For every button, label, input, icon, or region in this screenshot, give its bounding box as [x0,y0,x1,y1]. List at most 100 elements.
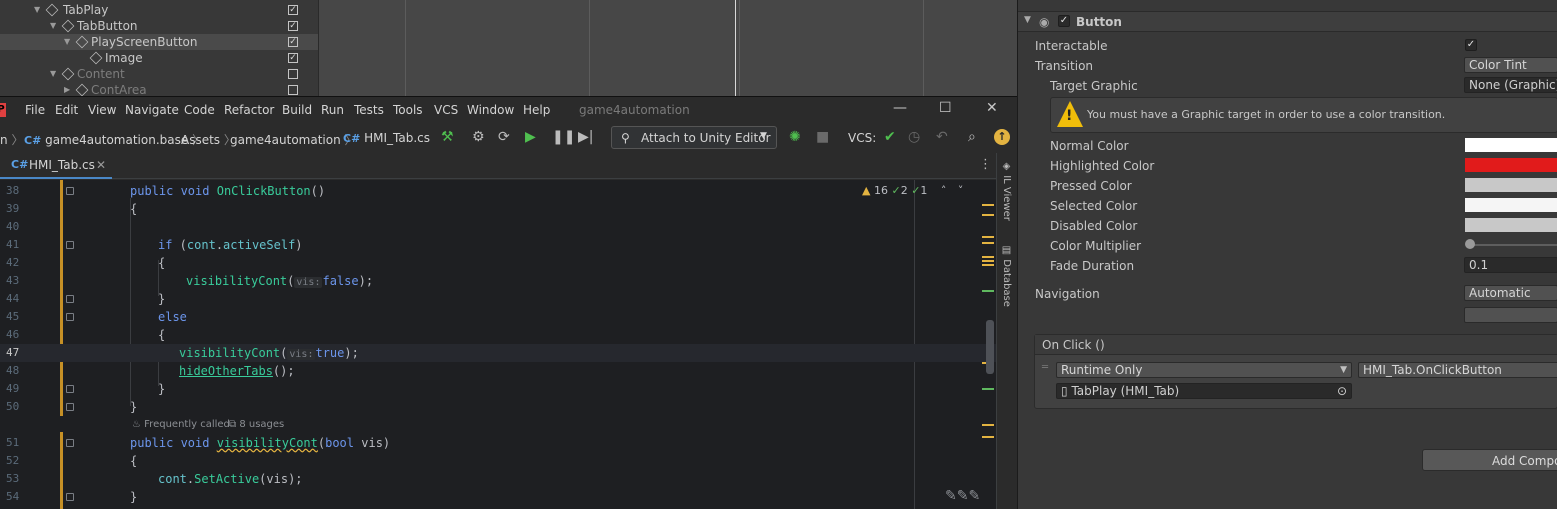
interactable-checkbox[interactable]: ✓ [1465,39,1477,51]
code-line[interactable]: 51 public void visibilityCont(bool vis) [0,434,996,452]
visualize-button[interactable] [1464,307,1557,323]
breadcrumb-folder[interactable]: Assets 〉 [181,131,236,148]
code-line[interactable]: 50 } [0,398,996,416]
code-line[interactable]: 42 { [0,254,996,272]
debug-bug-icon[interactable]: ✺ [789,129,801,145]
warning-mark[interactable] [982,260,994,262]
code-editor[interactable]: 38 public void OnClickButton() 39 { 40 4… [0,180,996,509]
code-line[interactable]: 48 hideOtherTabs(); [0,362,996,380]
chevron-down-icon[interactable]: ˅ [958,184,964,197]
expand-arrow-icon[interactable]: ▼ [34,2,40,18]
warning-mark[interactable] [982,236,994,238]
warning-mark[interactable] [982,214,994,216]
menu-tests[interactable]: Tests [354,103,384,117]
active-checkbox[interactable]: ✓ [288,37,298,47]
selected-color-swatch[interactable] [1465,198,1557,212]
component-enabled-checkbox[interactable]: ✓ [1058,15,1070,27]
active-checkbox[interactable]: ✓ [288,53,298,63]
reader-mode-icon[interactable]: ✎✎✎ [945,488,980,504]
unity-icon[interactable]: ⚙ [472,129,485,145]
chevron-up-icon[interactable]: ˄ [941,184,947,197]
fold-icon[interactable] [66,385,74,393]
color-multiplier-slider-track[interactable] [1470,244,1557,246]
active-checkbox[interactable]: ✓ [288,5,298,15]
expand-arrow-icon[interactable]: ▼ [50,66,56,82]
fold-arrow-icon[interactable]: ▼ [1024,15,1031,25]
menu-build[interactable]: Build [282,103,312,117]
code-line[interactable]: 52 { [0,452,996,470]
fold-icon[interactable] [66,313,74,321]
fold-icon[interactable] [66,439,74,447]
code-line[interactable]: 43 visibilityCont(vis: false); [0,272,996,290]
code-line[interactable]: 53 cont.SetActive(vis); [0,470,996,488]
il-viewer-tool[interactable]: ◈ IL Viewer [1001,161,1012,221]
fold-icon[interactable] [66,403,74,411]
active-checkbox[interactable] [288,85,298,95]
hierarchy-item[interactable]: Image ✓ [0,50,318,66]
change-mark[interactable] [982,290,994,292]
component-header[interactable]: ▼ ◉ ✓ Button [1018,11,1557,32]
active-checkbox[interactable]: ✓ [288,21,298,31]
breadcrumb-partial[interactable]: n 〉 [0,131,23,148]
inspection-widget[interactable]: ▲ 16 ✓2 ✓1 ˄ ˅ [862,184,963,197]
normal-color-swatch[interactable] [1465,138,1557,152]
scrollbar-thumb[interactable] [986,320,994,374]
more-options-icon[interactable]: ⋮ [979,157,992,172]
fold-icon[interactable] [66,295,74,303]
run-config-dropdown[interactable]: ⚲ Attach to Unity Editor ▼ [611,126,777,149]
warning-mark[interactable] [982,264,994,266]
fade-duration-field[interactable]: 0.1 [1464,257,1557,273]
code-line[interactable]: 54 } [0,488,996,506]
fold-icon[interactable] [66,493,74,501]
transition-dropdown[interactable]: Color Tint [1464,57,1557,73]
maximize-icon[interactable]: ☐ [939,100,952,116]
fold-icon[interactable] [66,187,74,195]
menu-tools[interactable]: Tools [393,103,423,117]
code-line[interactable]: 39 { [0,200,996,218]
code-line[interactable]: 41 if (cont.activeSelf) [0,236,996,254]
update-notification-icon[interactable]: ↑ [994,129,1010,145]
rollback-icon[interactable]: ↶ [936,129,948,145]
hierarchy-item-selected[interactable]: ▼ PlayScreenButton ✓ [0,34,318,50]
hierarchy-item[interactable]: ▼ TabPlay ✓ [0,2,318,18]
code-line[interactable]: 44 } [0,290,996,308]
menu-navigate[interactable]: Navigate [125,103,179,117]
history-icon[interactable]: ◷ [908,129,920,145]
menu-code[interactable]: Code [184,103,215,117]
function-dropdown[interactable]: HMI_Tab.OnClickButton [1358,362,1557,378]
runtime-dropdown[interactable]: Runtime Only ▼ [1056,362,1352,378]
breadcrumb-project[interactable]: C# game4automation.base 〉 [24,131,204,148]
code-line[interactable]: 38 public void OnClickButton() [0,182,996,200]
vcs-update-icon[interactable]: ✔ [884,129,896,145]
close-tab-icon[interactable]: ✕ [96,158,106,172]
code-vision-frequent[interactable]: ♨ Frequently called [132,419,230,430]
hierarchy-item[interactable]: ▼ TabButton ✓ [0,18,318,34]
code-line[interactable]: 46 { [0,326,996,344]
warning-mark[interactable] [982,424,994,426]
expand-arrow-icon[interactable]: ▼ [50,18,56,34]
breadcrumb-file[interactable]: C# HMI_Tab.cs [343,131,430,145]
code-vision-usages[interactable]: ⧉ 8 usages [229,419,284,430]
code-line[interactable]: 45 else [0,308,996,326]
menu-refactor[interactable]: Refactor [224,103,274,117]
step-icon[interactable]: ▶| [578,129,593,145]
object-picker-icon[interactable]: ⊙ [1337,384,1347,398]
navigation-dropdown[interactable]: Automatic [1464,285,1557,301]
pressed-color-swatch[interactable] [1465,178,1557,192]
fold-icon[interactable] [66,241,74,249]
search-icon[interactable]: ⌕ [968,129,976,145]
add-component-button[interactable]: Add Compo [1422,449,1557,471]
scene-view[interactable] [318,0,1017,96]
run-icon[interactable]: ▶ [525,129,536,145]
hierarchy-item[interactable]: ▼ Content [0,66,318,82]
build-hammer-icon[interactable]: ⚒ [441,129,454,145]
menu-run[interactable]: Run [321,103,344,117]
code-line[interactable]: 49 } [0,380,996,398]
warning-mark[interactable] [982,256,994,258]
active-checkbox[interactable] [288,69,298,79]
code-line-current[interactable]: 47 visibilityCont(vis: true); [0,344,996,362]
color-multiplier-slider-thumb[interactable] [1465,239,1475,249]
menu-view[interactable]: View [88,103,116,117]
refresh-icon[interactable]: ⟳ [498,129,510,145]
menu-window[interactable]: Window [467,103,514,117]
